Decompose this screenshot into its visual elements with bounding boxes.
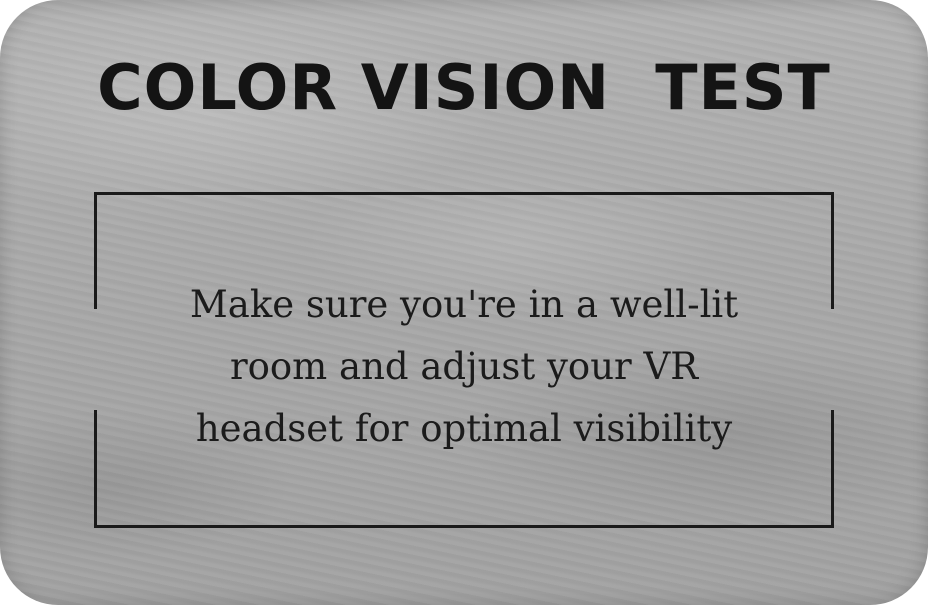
instruction-message: Make sure you're in a well-lit room and … (94, 274, 834, 460)
frame-bottom-edge (94, 525, 834, 528)
message-line-1: Make sure you're in a well-lit (189, 283, 739, 326)
message-line-2: room and adjust your VR (229, 345, 699, 388)
instruction-card: COLOR VISION TEST Make sure you're in a … (0, 0, 928, 605)
card-title: COLOR VISION TEST (97, 51, 831, 124)
frame-top-edge (94, 192, 834, 195)
message-line-3: headset for optimal visibility (195, 407, 733, 450)
